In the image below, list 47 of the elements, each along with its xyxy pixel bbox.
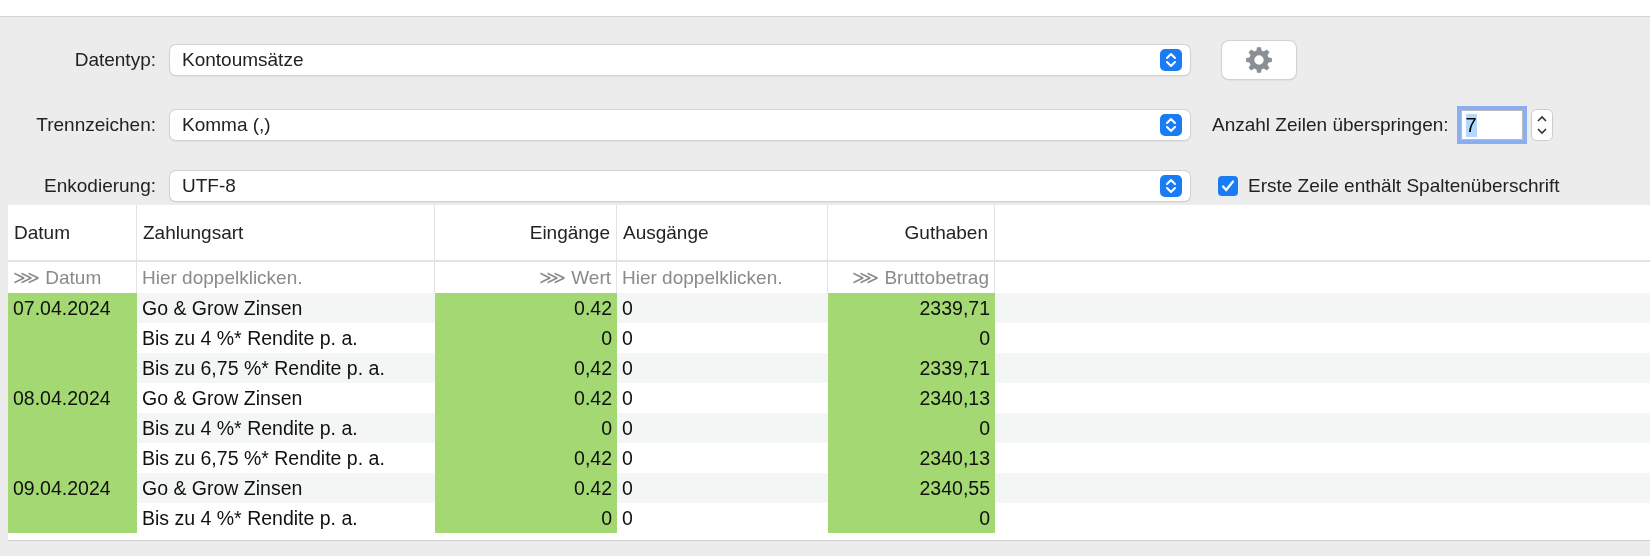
- column-header[interactable]: Datum: [8, 205, 137, 262]
- table-cell: 0: [617, 353, 828, 383]
- popup-arrows-icon: [1160, 49, 1182, 71]
- column-header[interactable]: Eingänge: [435, 205, 617, 262]
- table-cell: 09.04.2024: [8, 473, 137, 503]
- table-cell: Go & Grow Zinsen: [137, 293, 435, 323]
- table-cell: Bis zu 4 %* Rendite p. a.: [137, 413, 435, 443]
- field-label: Enkodierung:: [43, 175, 157, 197]
- stepper[interactable]: [1530, 109, 1553, 141]
- table-cell: 0: [828, 413, 995, 443]
- table-cell: 0: [617, 413, 828, 443]
- settings-button[interactable]: [1222, 41, 1296, 79]
- table-cell: 0: [435, 413, 617, 443]
- table-cell: 07.04.2024: [8, 293, 137, 323]
- table-cell: 2340,13: [828, 383, 995, 413]
- checkbox-label: Erste Zeile enthält Spaltenüberschrift: [1248, 175, 1560, 197]
- table-cell: 0: [435, 503, 617, 533]
- table-cell: 0.42: [435, 383, 617, 413]
- table-cell: 08.04.2024: [8, 383, 137, 413]
- popup-arrows-icon: [1160, 114, 1182, 136]
- gear-icon: [1245, 46, 1273, 74]
- table-cell: Go & Grow Zinsen: [137, 473, 435, 503]
- field-label: Datentyp:: [73, 49, 157, 71]
- table-cell: 0,42: [435, 443, 617, 473]
- table-cell: 0: [828, 323, 995, 353]
- popup-arrows-icon: [1160, 175, 1182, 197]
- field-label: Trennzeichen:: [35, 114, 157, 136]
- skip-rows-label: Anzahl Zeilen überspringen:: [1212, 114, 1449, 136]
- table-cell: 0: [617, 473, 828, 503]
- table-cell: 2339,71: [828, 353, 995, 383]
- table-cell: 0: [828, 503, 995, 533]
- table-cell: 0.42: [435, 293, 617, 323]
- table-cell: 0.42: [435, 473, 617, 503]
- table-cell: 2339,71: [828, 293, 995, 323]
- column-header[interactable]: Guthaben: [828, 205, 995, 262]
- table-cell: 0: [617, 293, 828, 323]
- header-checkbox[interactable]: [1218, 176, 1238, 196]
- table-cell: 0: [435, 323, 617, 353]
- table-cell: 2340,55: [828, 473, 995, 503]
- table-cell: 2340,13: [828, 443, 995, 473]
- popup-select[interactable]: UTF-8: [170, 171, 1190, 201]
- column-header[interactable]: Ausgänge: [617, 205, 828, 262]
- popup-select[interactable]: Komma (,): [170, 110, 1190, 140]
- table-cell: 0,42: [435, 353, 617, 383]
- popup-select[interactable]: Kontoumsätze: [170, 45, 1190, 75]
- column-header[interactable]: Zahlungsart: [137, 205, 435, 262]
- table-cell: Bis zu 6,75 %* Rendite p. a.: [137, 353, 435, 383]
